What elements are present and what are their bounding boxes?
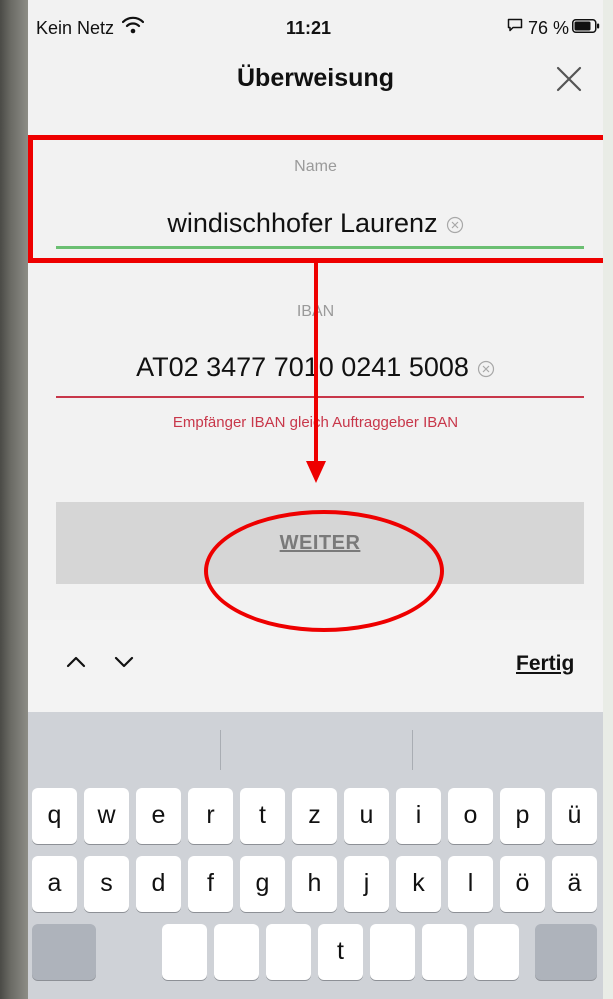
weiter-button[interactable]: WEITER [56,502,584,584]
chevron-up-icon[interactable] [66,656,86,668]
clock-time: 11:21 [286,18,332,38]
battery-percent: 76 % [528,18,570,38]
background-left [0,0,28,999]
key[interactable]: s [84,856,129,912]
carrier-label: Kein Netz [36,18,115,38]
name-label: Name [294,158,337,175]
key[interactable] [162,924,207,980]
key[interactable]: u [344,788,389,844]
key[interactable]: e [136,788,181,844]
clear-icon[interactable] [477,360,495,378]
key[interactable]: ö [500,856,545,912]
iban-field[interactable]: AT02 3477 7010 0241 5008 [28,352,603,383]
iban-value: AT02 3477 7010 0241 5008 [136,352,469,382]
key[interactable] [474,924,519,980]
key[interactable]: k [396,856,441,912]
key[interactable]: a [32,856,77,912]
background-right [603,0,613,999]
key[interactable]: t [240,788,285,844]
page-title: Überweisung [237,64,394,92]
name-field[interactable]: windischhofer Laurenz [28,208,603,239]
key[interactable]: ä [552,856,597,912]
key[interactable]: q [32,788,77,844]
name-value: windischhofer Laurenz [167,208,438,238]
keyboard-toolbar: Fertig [28,620,603,712]
iban-field-underline [56,396,584,398]
iban-error-message: Empfänger IBAN gleich Auftraggeber IBAN [172,414,459,431]
key[interactable]: t [318,924,363,980]
key[interactable]: i [396,788,441,844]
fertig-button[interactable]: Fertig [516,652,574,676]
status-bar: Kein Netz 11:21 76 % [28,0,603,48]
suggestion-divider [412,730,413,770]
key[interactable]: z [292,788,337,844]
key[interactable] [214,924,259,980]
wifi-icon [122,16,144,34]
suggestion-bar [28,712,603,788]
key[interactable]: ü [552,788,597,844]
phone-screen: Kein Netz 11:21 76 % Überweisung Name wi… [28,0,603,999]
message-icon [507,18,523,32]
chevron-down-icon[interactable] [114,656,134,668]
close-icon[interactable] [556,66,582,92]
key[interactable]: w [84,788,129,844]
keyboard: Fertig q w e r t z u i o p ü a s d f g h… [28,620,603,999]
key[interactable] [266,924,311,980]
key[interactable]: g [240,856,285,912]
key[interactable] [370,924,415,980]
name-field-underline [56,246,584,249]
key[interactable]: l [448,856,493,912]
iban-label: IBAN [296,303,335,320]
key[interactable] [422,924,467,980]
key[interactable]: j [344,856,389,912]
clear-icon[interactable] [446,216,464,234]
key[interactable]: h [292,856,337,912]
key[interactable]: f [188,856,233,912]
key[interactable]: p [500,788,545,844]
shift-key[interactable] [32,924,96,980]
backspace-key[interactable] [535,924,597,980]
key[interactable]: r [188,788,233,844]
battery-icon [572,19,600,33]
key[interactable]: d [136,856,181,912]
suggestion-divider [220,730,221,770]
weiter-label: WEITER [279,531,361,554]
key[interactable]: o [448,788,493,844]
